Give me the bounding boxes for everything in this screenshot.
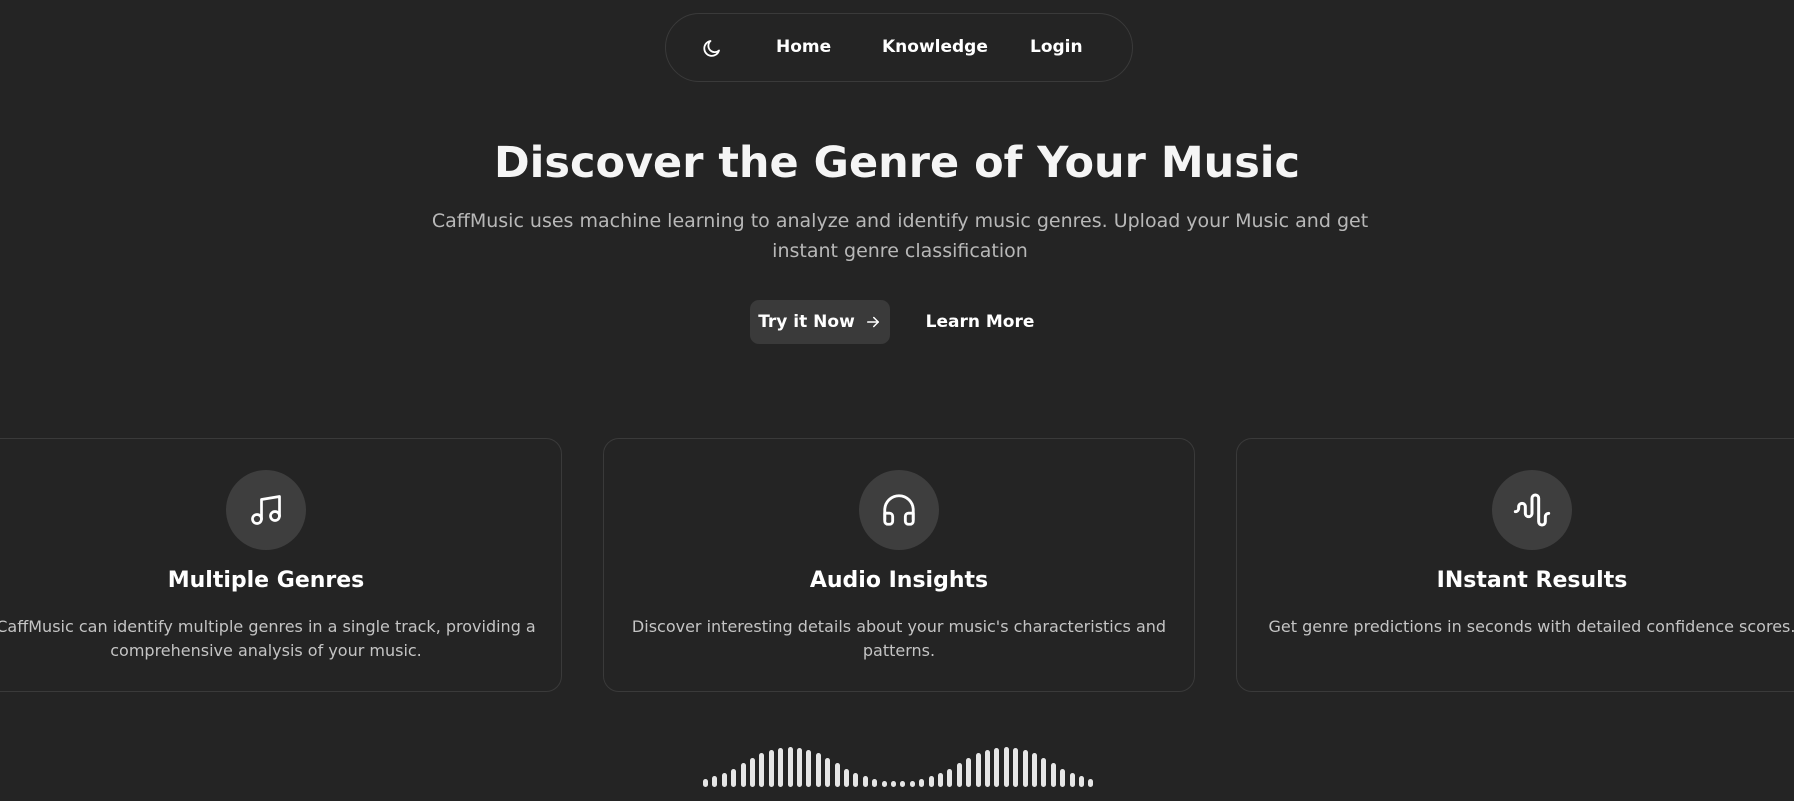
waveform-bar	[759, 753, 765, 787]
feature-card-instant-results: INstant Results Get genre predictions in…	[1236, 438, 1794, 692]
waveform-bar	[947, 769, 953, 787]
waveform-bar	[844, 769, 849, 787]
waveform-bar	[1088, 779, 1094, 787]
waveform-bar	[797, 748, 802, 787]
waveform-bar	[1050, 763, 1056, 787]
feature-card-multiple-genres: Multiple Genres CaffMusic can identify m…	[0, 438, 562, 692]
waveform-bar	[1069, 773, 1075, 787]
waveform-bar	[881, 781, 887, 787]
nav-login-link[interactable]: Login	[1030, 14, 1083, 81]
waveform-bar	[928, 776, 934, 787]
feature-title: Multiple Genres	[167, 568, 365, 593]
waveform-bar	[938, 773, 943, 787]
waveform-bar	[1013, 748, 1019, 787]
feature-description: Get genre predictions in seconds with de…	[1268, 617, 1794, 636]
learn-more-button[interactable]: Learn More	[920, 300, 1040, 344]
waveform-bar	[1079, 776, 1084, 787]
waveform-bar	[806, 750, 812, 787]
waveform-bar	[872, 779, 878, 787]
waveform-bar	[834, 763, 840, 787]
waveform-bar	[787, 747, 793, 787]
audio-visualizer	[703, 740, 1099, 801]
waveform-bar	[778, 748, 784, 787]
feature-title: Audio Insights	[809, 568, 989, 593]
audio-wave-icon	[1492, 470, 1572, 550]
try-it-now-button[interactable]: Try it Now	[750, 300, 890, 344]
waveform-bar	[815, 753, 821, 787]
top-navigation: Home Knowledge Login	[665, 13, 1133, 82]
waveform-bar	[1060, 769, 1066, 787]
nav-home-link[interactable]: Home	[776, 14, 831, 81]
waveform-bar	[703, 779, 708, 787]
hero-title: Discover the Genre of Your Music	[493, 138, 1301, 188]
feature-title: INstant Results	[1436, 568, 1628, 593]
waveform-bar	[975, 753, 981, 787]
waveform-bar	[900, 781, 906, 787]
waveform-bar	[721, 773, 727, 787]
waveform-bar	[862, 776, 868, 787]
nav-knowledge-link[interactable]: Knowledge	[882, 14, 988, 81]
feature-description: CaffMusic can identify multiple genres i…	[0, 617, 536, 660]
headphones-icon	[859, 470, 939, 550]
moon-icon[interactable]	[700, 36, 724, 60]
feature-card-audio-insights: Audio Insights Discover interesting deta…	[603, 438, 1195, 692]
hero-subtitle: CaffMusic uses machine learning to analy…	[431, 210, 1369, 262]
page: Home Knowledge Login Discover the Genre …	[0, 0, 1794, 801]
waveform-bar	[994, 748, 1000, 787]
waveform-bar	[891, 781, 896, 787]
waveform-bar	[1032, 753, 1037, 787]
waveform-bar	[1022, 750, 1028, 787]
waveform-bar	[966, 758, 972, 787]
music-note-icon	[226, 470, 306, 550]
waveform-bar	[853, 773, 859, 787]
waveform-bar	[1003, 747, 1009, 787]
waveform-bar	[740, 763, 746, 787]
waveform-bar	[919, 779, 925, 787]
waveform-bar	[750, 758, 755, 787]
waveform-bar	[956, 763, 962, 787]
waveform-bar	[985, 750, 990, 787]
waveform-bar	[909, 781, 915, 787]
waveform-bar	[1041, 758, 1047, 787]
feature-description: Discover interesting details about your …	[631, 617, 1167, 660]
waveform-bar	[712, 776, 718, 787]
waveform-bar	[768, 750, 774, 787]
waveform-bar	[825, 758, 831, 787]
try-it-now-label: Try it Now	[758, 312, 855, 332]
arrow-right-icon	[864, 313, 882, 331]
waveform-bar	[731, 769, 737, 787]
